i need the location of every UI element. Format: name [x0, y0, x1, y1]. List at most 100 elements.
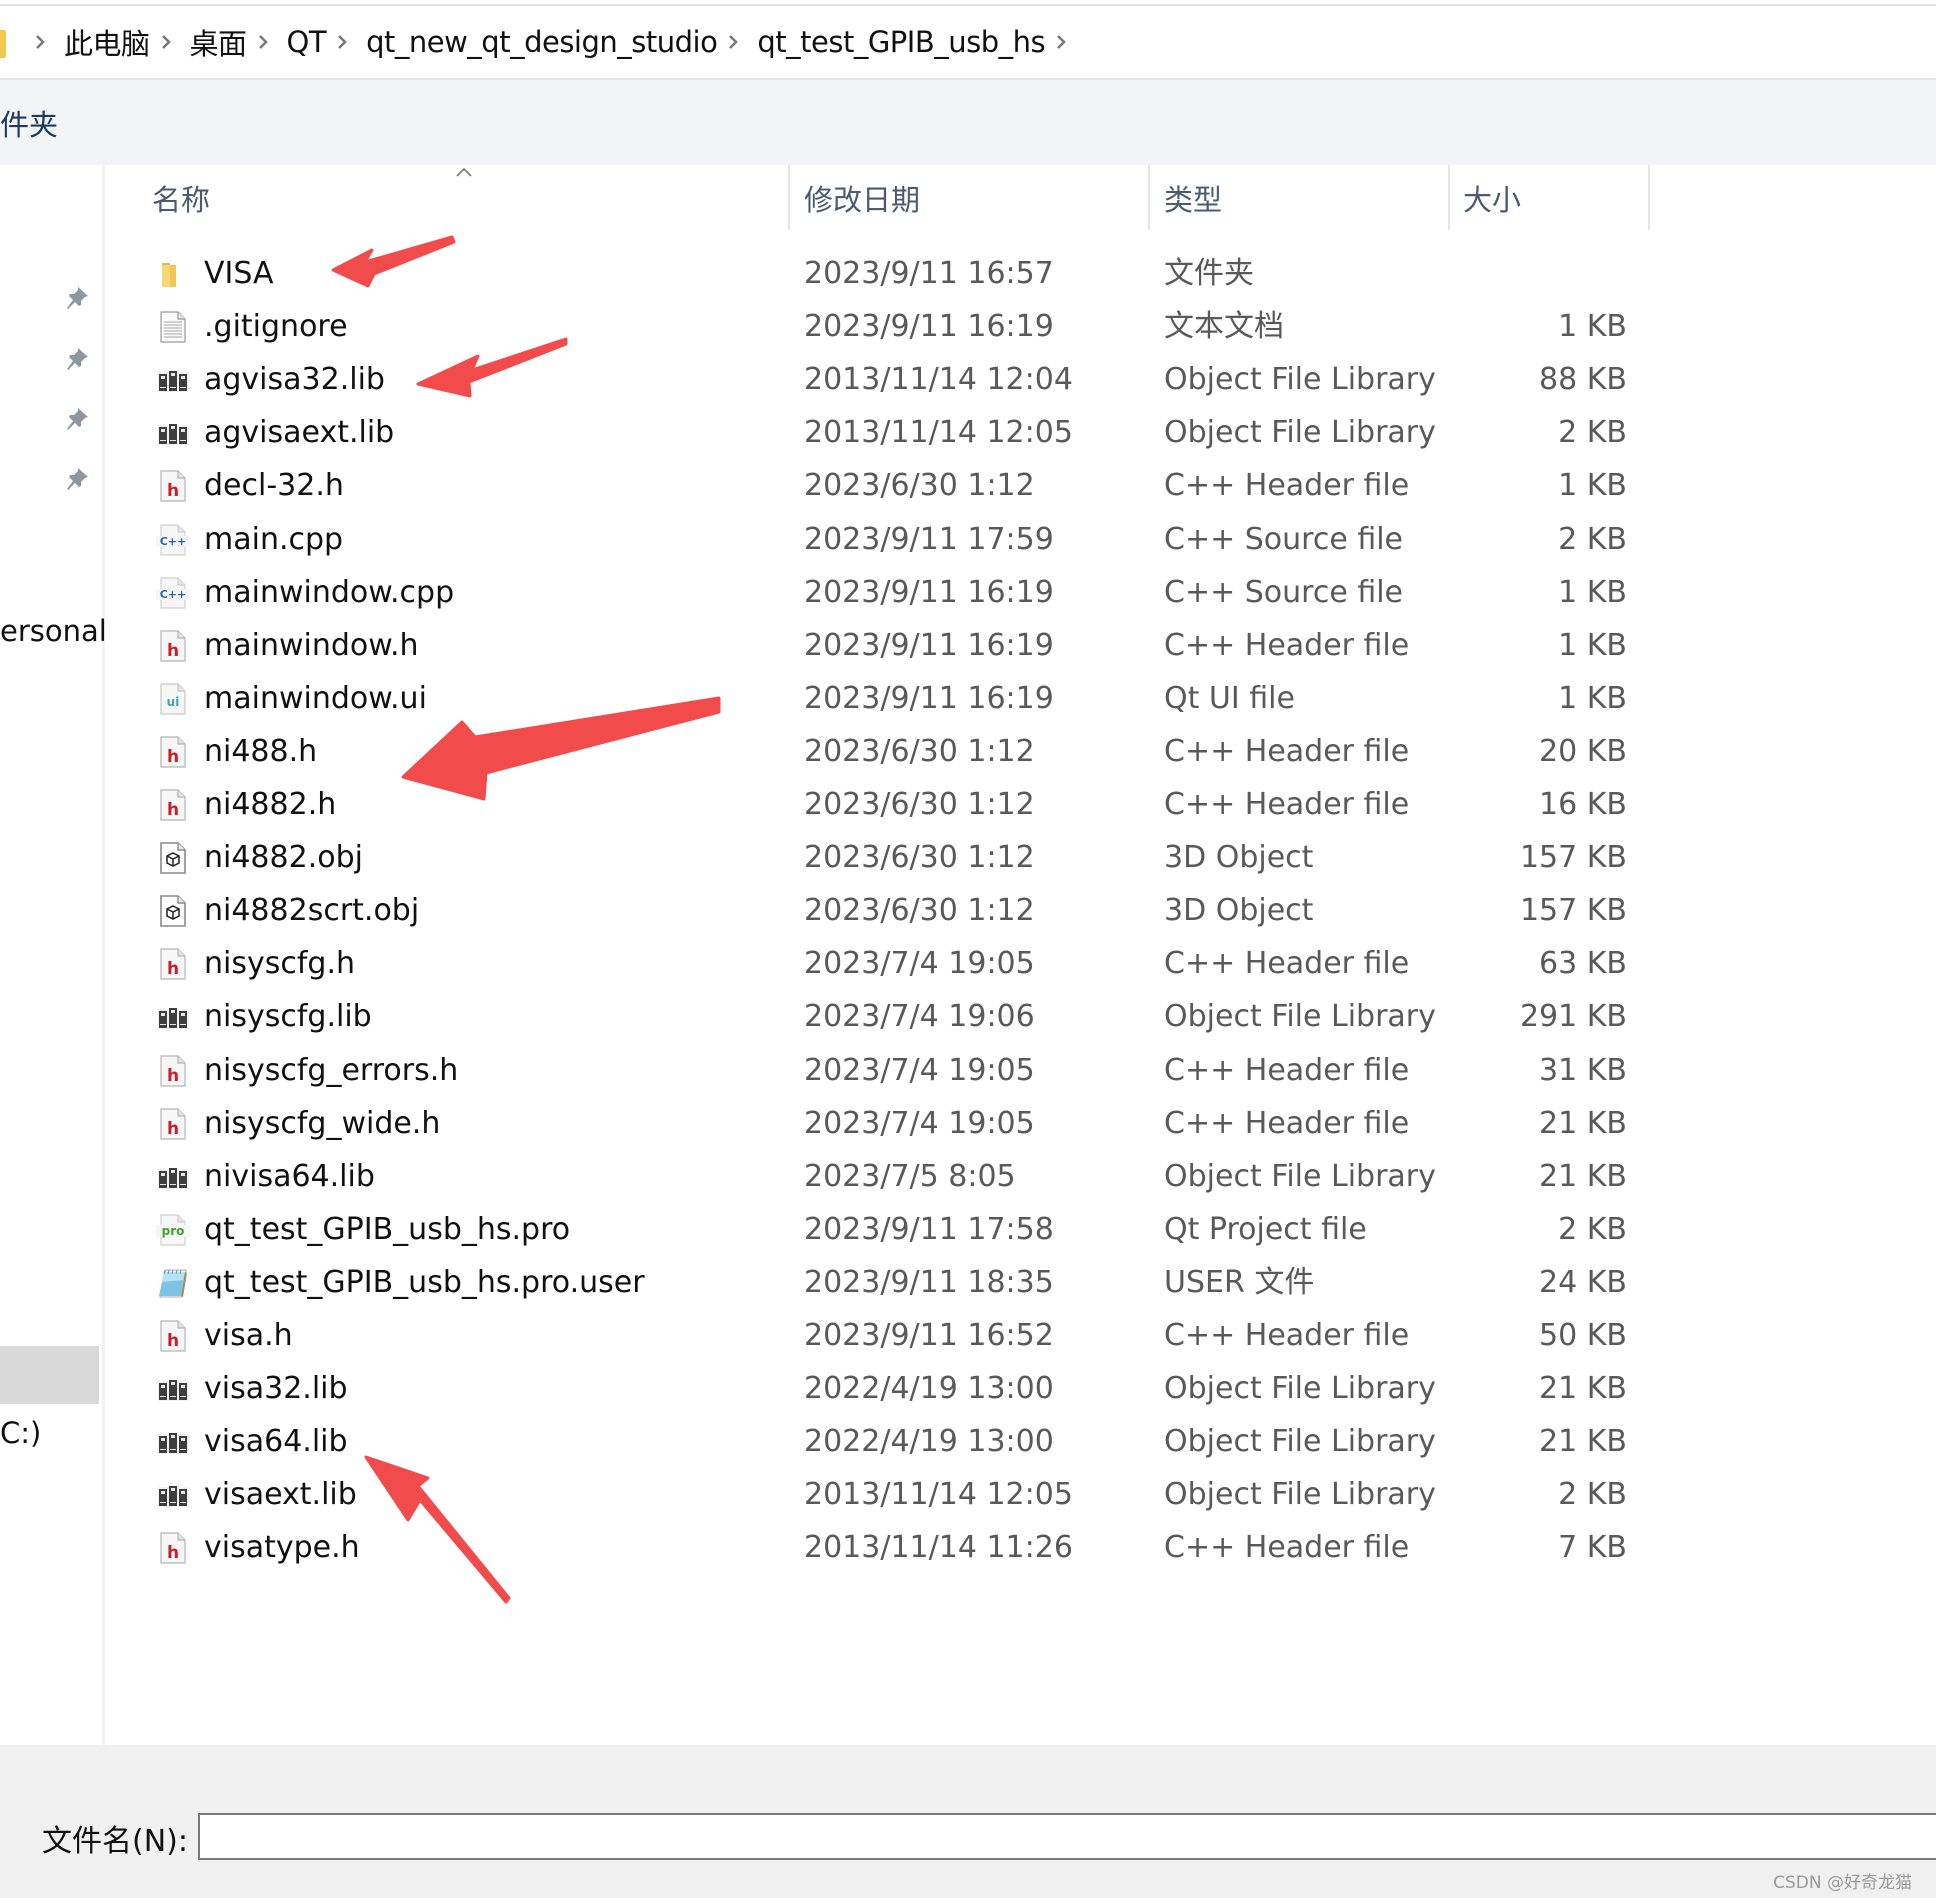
column-separator[interactable] [1648, 165, 1650, 230]
file-row[interactable]: agvisaext.lib 2013/11/14 12:05 Object File… [140, 406, 1650, 459]
library-file-icon [156, 1000, 190, 1034]
file-size: 21 KB [1539, 1371, 1627, 1406]
file-row[interactable]: h ni488.h 2023/6/30 1:12 C++ Header file 20 … [140, 725, 1650, 778]
file-date-modified: 2023/6/30 1:12 [804, 734, 1035, 769]
file-row[interactable]: h decl-32.h 2023/6/30 1:12 C++ Header file 1… [140, 459, 1650, 512]
sidebar-item-personal[interactable]: ersonal [0, 614, 107, 648]
file-name: visa64.lib [204, 1424, 348, 1459]
sidebar-item-drive-c[interactable]: C:) [0, 1416, 41, 1450]
file-row[interactable]: h visa.h 2023/9/11 16:52 C++ Header file 50 … [140, 1309, 1650, 1362]
column-header-size[interactable]: 大小 [1463, 165, 1521, 230]
file-row[interactable]: C++ mainwindow.cpp 2023/9/11 16:19 C++ Sour… [140, 566, 1650, 619]
file-date-modified: 2023/6/30 1:12 [804, 840, 1035, 875]
file-row[interactable]: h nisyscfg_wide.h 2023/7/4 19:05 C++ Header… [140, 1097, 1650, 1150]
file-size: 63 KB [1539, 946, 1627, 981]
column-header-name[interactable]: 名称 [152, 165, 210, 230]
file-size: 1 KB [1558, 309, 1627, 344]
file-row[interactable]: C++ main.cpp 2023/9/11 17:59 C++ Source fil… [140, 513, 1650, 566]
breadcrumb-item[interactable]: 此电脑 [64, 21, 150, 63]
file-row[interactable]: h mainwindow.h 2023/9/11 16:19 C++ Header f… [140, 619, 1650, 672]
navigation-pane [0, 165, 102, 1745]
breadcrumb-chevron-icon[interactable] [160, 35, 174, 49]
file-name: nivisa64.lib [204, 1159, 375, 1194]
file-date-modified: 2022/4/19 13:00 [804, 1424, 1054, 1459]
column-header-date[interactable]: 修改日期 [804, 165, 920, 230]
column-separator[interactable] [788, 165, 790, 230]
pin-icon[interactable] [64, 344, 92, 372]
file-type: Object File Library [1164, 1424, 1436, 1459]
column-separator[interactable] [1448, 165, 1450, 230]
file-row[interactable]: visa32.lib 2022/4/19 13:00 Object File Lib… [140, 1362, 1650, 1415]
notepad-file-icon [156, 1266, 190, 1300]
new-folder-button[interactable]: 件夹 [0, 102, 58, 144]
file-row[interactable]: h nisyscfg.h 2023/7/4 19:05 C++ Header file… [140, 937, 1650, 990]
file-type: C++ Source file [1164, 522, 1404, 557]
filename-input[interactable] [198, 1813, 1936, 1860]
file-type: Object File Library [1164, 415, 1436, 450]
file-row[interactable]: qt_test_GPIB_usb_hs.pro.user 2023/9/11 18… [140, 1256, 1650, 1309]
file-type: Qt UI file [1164, 681, 1295, 716]
file-size: 291 KB [1519, 999, 1627, 1034]
breadcrumb-chevron-icon[interactable] [257, 35, 271, 49]
text-file-icon [156, 310, 190, 344]
file-row[interactable]: h visatype.h 2013/11/14 11:26 C++ Header fi… [140, 1521, 1650, 1574]
breadcrumb-item[interactable]: qt_test_GPIB_usb_hs [757, 25, 1045, 59]
file-name: agvisa32.lib [204, 362, 385, 397]
file-type: C++ Header file [1164, 468, 1410, 503]
svg-text:pro: pro [162, 1224, 185, 1238]
breadcrumb-chevron-icon[interactable] [1055, 35, 1069, 49]
svg-text:h: h [167, 1066, 179, 1086]
file-size: 16 KB [1539, 787, 1627, 822]
file-name: nisyscfg_wide.h [204, 1106, 441, 1141]
file-row[interactable]: .gitignore 2023/9/11 16:19 文本文档 1 KB [140, 300, 1650, 353]
breadcrumb-chevron-icon[interactable] [34, 35, 48, 49]
header-file-icon: h [156, 469, 190, 503]
breadcrumb-item[interactable]: qt_new_qt_design_studio [366, 25, 718, 59]
breadcrumb-chevron-icon[interactable] [727, 35, 741, 49]
file-date-modified: 2023/9/11 16:52 [804, 1318, 1054, 1353]
file-row[interactable]: VISA 2023/9/11 16:57 文件夹 [140, 247, 1650, 300]
file-row[interactable]: agvisa32.lib 2013/11/14 12:04 Object File … [140, 353, 1650, 406]
watermark: CSDN @好奇龙猫 [1773, 1873, 1912, 1893]
3d-object-icon [156, 894, 190, 928]
pin-icon[interactable] [64, 404, 92, 432]
file-row[interactable]: pro qt_test_GPIB_usb_hs.pro 2023/9/11 17:5… [140, 1203, 1650, 1256]
file-row[interactable]: h nisyscfg_errors.h 2023/7/4 19:05 C++ Head… [140, 1044, 1650, 1097]
breadcrumb-item[interactable]: QT [287, 25, 327, 59]
file-size: 20 KB [1539, 734, 1627, 769]
pin-icon[interactable] [64, 464, 92, 492]
file-type: Object File Library [1164, 1371, 1436, 1406]
svg-text:h: h [167, 747, 179, 767]
file-date-modified: 2023/9/11 16:19 [804, 628, 1054, 663]
column-separator[interactable] [1148, 165, 1150, 230]
file-row[interactable]: h ni4882.h 2023/6/30 1:12 C++ Header file 16… [140, 778, 1650, 831]
file-name: ni4882scrt.obj [204, 893, 420, 928]
file-type: USER 文件 [1164, 1265, 1315, 1300]
file-name: .gitignore [204, 309, 348, 344]
file-type: C++ Header file [1164, 1530, 1410, 1565]
file-row[interactable]: ui mainwindow.ui 2023/9/11 16:19 Qt UI file… [140, 672, 1650, 725]
breadcrumb-item[interactable]: 桌面 [190, 21, 248, 63]
header-file-icon: h [156, 788, 190, 822]
file-row[interactable]: nisyscfg.lib 2023/7/4 19:06 Object File Li… [140, 990, 1650, 1043]
file-row[interactable]: nivisa64.lib 2023/7/5 8:05 Object File Lib… [140, 1150, 1650, 1203]
file-name: main.cpp [204, 522, 344, 557]
column-header-type[interactable]: 类型 [1164, 165, 1222, 230]
file-name: decl-32.h [204, 468, 344, 503]
pin-icon[interactable] [64, 283, 92, 311]
file-type: C++ Source file [1164, 575, 1404, 610]
file-row[interactable]: ni4882.obj 2023/6/30 1:12 3D Object 157 KB [140, 831, 1650, 884]
file-name: ni4882.obj [204, 840, 363, 875]
file-row[interactable]: visaext.lib 2013/11/14 12:05 Object File L… [140, 1468, 1650, 1521]
file-size: 1 KB [1558, 628, 1627, 663]
navigation-pane-splitter[interactable] [102, 165, 105, 1745]
file-type: 文件夹 [1164, 256, 1254, 291]
sidebar-item-selected[interactable] [0, 1346, 99, 1404]
breadcrumb-chevron-icon[interactable] [336, 35, 350, 49]
file-type: 文本文档 [1164, 309, 1284, 344]
file-row[interactable]: ni4882scrt.obj 2023/6/30 1:12 3D Object 157… [140, 884, 1650, 937]
file-date-modified: 2023/9/11 16:57 [804, 256, 1054, 291]
file-row[interactable]: visa64.lib 2022/4/19 13:00 Object File Lib… [140, 1415, 1650, 1468]
file-type: Object File Library [1164, 1477, 1436, 1512]
cpp-file-icon: C++ [156, 576, 190, 610]
